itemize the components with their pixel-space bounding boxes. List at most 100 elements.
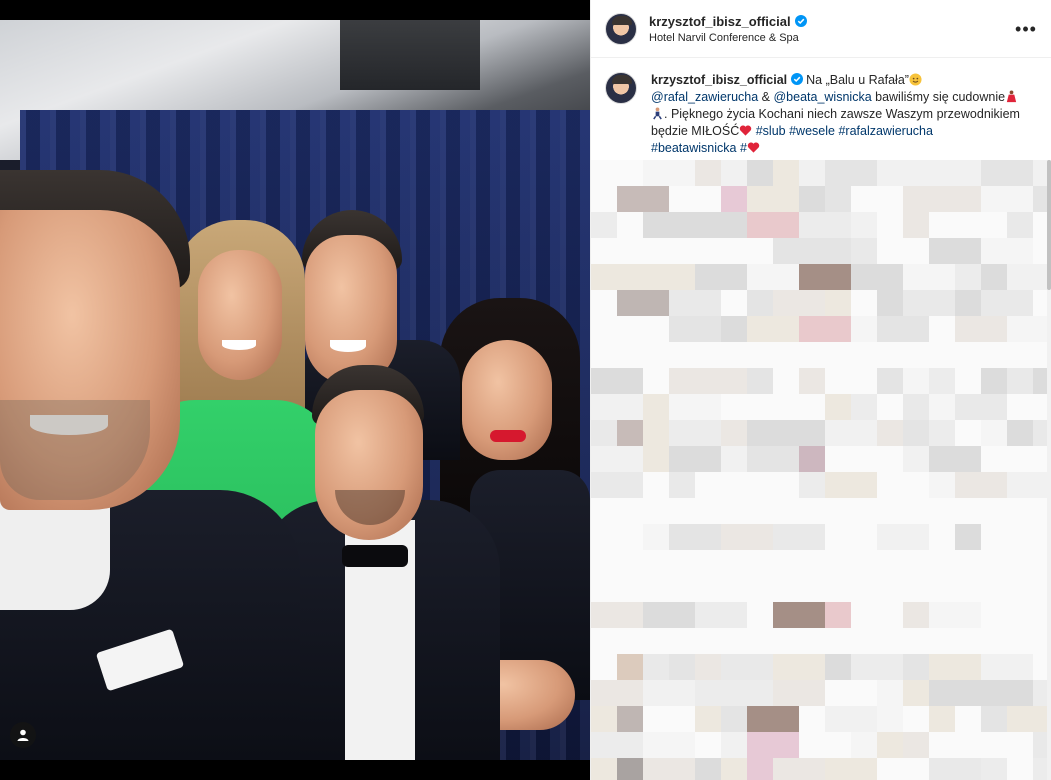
bow-tie bbox=[342, 545, 408, 567]
pixel-cell bbox=[669, 212, 695, 238]
dancing-man-icon bbox=[653, 107, 662, 120]
pixel-cell bbox=[669, 316, 721, 342]
pixel-cell bbox=[955, 368, 981, 394]
pixel-cell bbox=[929, 186, 981, 212]
pixel-cell bbox=[799, 498, 825, 524]
pixel-cell bbox=[669, 186, 721, 212]
pixel-cell bbox=[877, 238, 903, 264]
pixel-cell bbox=[903, 732, 929, 758]
pixel-cell bbox=[747, 706, 799, 732]
pixel-cell bbox=[903, 368, 929, 394]
pixel-row bbox=[591, 550, 1051, 576]
pixel-row bbox=[591, 524, 1051, 550]
tagged-users-button[interactable] bbox=[10, 722, 36, 748]
caption-username[interactable]: krzysztof_ibisz_official bbox=[651, 73, 787, 87]
pixel-cell bbox=[903, 654, 929, 680]
header-location[interactable]: Hotel Narvil Conference & Spa bbox=[649, 32, 807, 44]
header-username[interactable]: krzysztof_ibisz_official bbox=[649, 14, 791, 29]
pixel-row bbox=[591, 446, 1051, 472]
pixel-cell bbox=[955, 550, 981, 576]
pixel-cell bbox=[643, 602, 695, 628]
pixel-cell bbox=[591, 342, 643, 368]
pixel-cell bbox=[903, 524, 929, 550]
pixel-cell bbox=[773, 472, 799, 498]
pixel-row bbox=[591, 758, 1051, 780]
smiling-face-icon bbox=[909, 73, 922, 86]
pixel-cell bbox=[773, 550, 799, 576]
pixel-cell bbox=[643, 498, 669, 524]
pixel-cell bbox=[747, 654, 773, 680]
pixel-cell bbox=[851, 264, 903, 290]
pixel-row bbox=[591, 680, 1051, 706]
pixel-cell bbox=[721, 498, 747, 524]
pixel-cell bbox=[825, 706, 877, 732]
avatar[interactable] bbox=[605, 72, 637, 104]
pixel-cell bbox=[773, 498, 799, 524]
pixel-cell bbox=[1007, 342, 1051, 368]
pixel-cell bbox=[929, 524, 955, 550]
smile bbox=[330, 340, 366, 352]
hashtag-link-slub[interactable]: #slub bbox=[756, 124, 786, 138]
pixel-cell bbox=[929, 602, 981, 628]
pixel-cell bbox=[799, 264, 851, 290]
pixel-cell bbox=[591, 758, 617, 780]
scrollbar-thumb[interactable] bbox=[1047, 160, 1051, 290]
pixel-cell bbox=[851, 628, 877, 654]
pixel-cell bbox=[981, 264, 1007, 290]
pixel-cell bbox=[903, 420, 929, 446]
hashtag-link-rafalzawierucha[interactable]: #rafalzawierucha bbox=[838, 124, 933, 138]
pixel-cell bbox=[955, 394, 1007, 420]
more-options-button[interactable]: ••• bbox=[1014, 17, 1038, 41]
pixel-cell bbox=[669, 654, 695, 680]
pixel-cell bbox=[1007, 212, 1033, 238]
pixel-cell bbox=[617, 654, 643, 680]
pixel-cell bbox=[903, 264, 955, 290]
pixel-cell bbox=[643, 654, 669, 680]
pixel-cell bbox=[591, 238, 643, 264]
pixel-cell bbox=[851, 186, 903, 212]
pixel-cell bbox=[747, 238, 773, 264]
pixel-cell bbox=[799, 342, 851, 368]
pixel-cell bbox=[799, 368, 825, 394]
pixel-cell bbox=[721, 628, 747, 654]
pixel-cell bbox=[877, 628, 929, 654]
more-horizontal-icon: ••• bbox=[1015, 18, 1037, 39]
mention-link-2[interactable]: @beata_wisnicka bbox=[773, 90, 871, 104]
mention-link-1[interactable]: @rafal_zawierucha bbox=[651, 90, 758, 104]
pixel-cell bbox=[903, 342, 929, 368]
pixel-cell bbox=[669, 446, 721, 472]
pixel-cell bbox=[747, 186, 799, 212]
pixel-cell bbox=[643, 576, 695, 602]
pixel-cell bbox=[617, 290, 669, 316]
pixel-cell bbox=[981, 446, 1033, 472]
pixel-cell bbox=[877, 420, 903, 446]
post-photo[interactable] bbox=[0, 20, 590, 760]
pixel-cell bbox=[825, 602, 851, 628]
pixel-cell bbox=[851, 316, 877, 342]
pixel-cell bbox=[591, 550, 617, 576]
hashtag-link-beatawisnicka[interactable]: #beatawisnicka bbox=[651, 141, 736, 155]
pixel-cell bbox=[825, 186, 851, 212]
pixel-cell bbox=[799, 316, 851, 342]
pixel-cell bbox=[1007, 316, 1051, 342]
pixel-cell bbox=[747, 160, 773, 186]
pixel-cell bbox=[929, 212, 981, 238]
pixel-row bbox=[591, 628, 1051, 654]
hashtag-link-wesele[interactable]: #wesele bbox=[789, 124, 835, 138]
pixel-cell bbox=[929, 160, 981, 186]
pixel-cell bbox=[799, 576, 851, 602]
hashtag-link-heart[interactable]: # bbox=[740, 141, 747, 155]
pixel-cell bbox=[955, 680, 1007, 706]
comments-scrollbar[interactable] bbox=[1047, 160, 1051, 780]
pixel-cell bbox=[617, 550, 643, 576]
pixel-cell bbox=[591, 186, 617, 212]
avatar[interactable] bbox=[605, 12, 637, 45]
pixel-cell bbox=[825, 160, 877, 186]
pixel-cell bbox=[799, 550, 851, 576]
pixel-cell bbox=[929, 706, 955, 732]
pixel-cell bbox=[929, 446, 981, 472]
person-woman-blonde-face bbox=[198, 250, 282, 380]
pixel-cell bbox=[981, 524, 1007, 550]
pixel-cell bbox=[903, 680, 929, 706]
pixel-cell bbox=[643, 472, 669, 498]
